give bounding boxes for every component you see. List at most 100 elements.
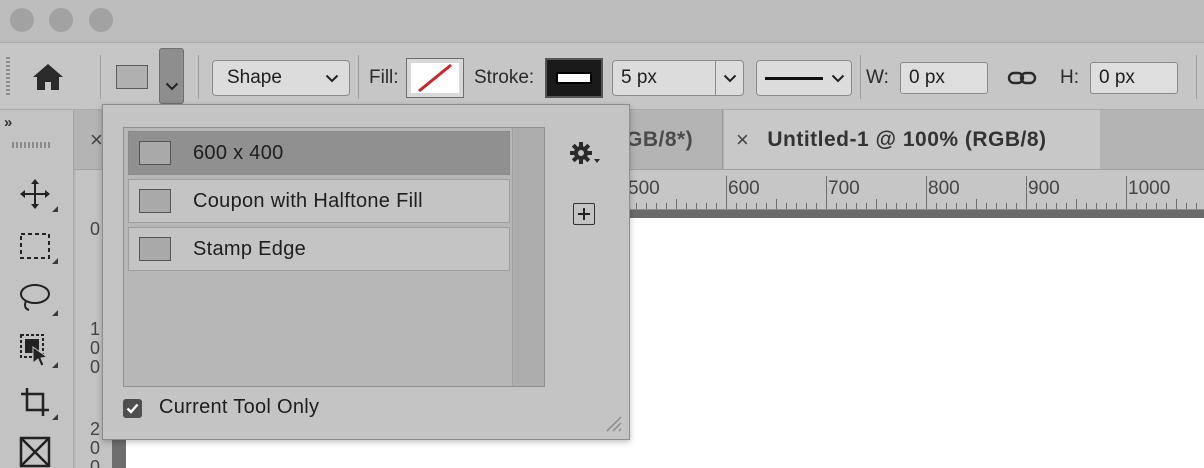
ruler-tick <box>1046 203 1047 209</box>
tool-preset-dropdown-button[interactable] <box>159 48 184 104</box>
preset-thumbnail <box>139 141 171 165</box>
preset-thumbnail <box>139 237 171 261</box>
close-window-button[interactable] <box>10 8 34 32</box>
chevron-down-icon <box>325 74 339 82</box>
vertical-ruler-label: 0 <box>89 357 100 377</box>
preset-item[interactable]: 600 x 400 <box>128 131 510 175</box>
ruler-tick <box>936 203 937 209</box>
close-tab-icon[interactable]: × <box>736 127 749 153</box>
collapse-panel-icon[interactable]: » <box>4 114 12 131</box>
home-button[interactable] <box>28 61 68 93</box>
horizontal-ruler-label: 600 <box>728 178 760 199</box>
tool-preset-picker: 600 x 400 Coupon with Halftone Fill Stam… <box>102 104 630 440</box>
ruler-tick <box>636 203 637 209</box>
tab-untitled-1[interactable]: × Untitled-1 @ 100% (RGB/8) <box>724 110 1100 169</box>
ruler-major-tick <box>826 176 827 209</box>
ruler-tick <box>696 203 697 209</box>
ruler-tick <box>686 203 687 209</box>
ruler-tick <box>656 203 657 209</box>
ruler-tick <box>1006 203 1007 209</box>
crop-tool[interactable] <box>12 382 58 422</box>
height-field[interactable]: 0 px <box>1090 62 1178 94</box>
tab-divider <box>722 110 723 169</box>
current-tool-only-checkbox[interactable] <box>123 399 142 418</box>
separator <box>100 55 101 99</box>
horizontal-ruler-label: 1000 <box>1128 178 1171 199</box>
minimize-window-button[interactable] <box>49 8 73 32</box>
crop-icon <box>21 388 49 416</box>
stroke-swatch[interactable] <box>545 58 603 98</box>
ruler-tick <box>1056 203 1057 209</box>
width-value: 0 px <box>909 67 945 88</box>
options-bar: Shape Fill: Stroke: 5 px W: 0 px H: 0 px <box>0 42 1204 110</box>
move-tool[interactable] <box>12 174 58 214</box>
preset-item[interactable]: Stamp Edge <box>128 227 510 271</box>
chevron-down-icon <box>165 82 178 91</box>
rectangular-marquee-tool[interactable] <box>12 226 58 266</box>
ruler-tick <box>1116 203 1117 209</box>
vertical-ruler-label: 1 <box>89 319 100 339</box>
ruler-tick <box>866 203 867 209</box>
ruler-tick <box>1156 203 1157 209</box>
ruler-tick <box>956 203 957 209</box>
preset-list-scrollbar[interactable] <box>512 128 544 386</box>
stroke-width-dropdown[interactable] <box>715 61 743 95</box>
new-preset-button[interactable] <box>573 203 595 225</box>
ruler-tick <box>706 203 707 209</box>
ruler-tick <box>776 199 777 209</box>
resize-grip-icon[interactable] <box>603 413 623 433</box>
ruler-tick <box>786 203 787 209</box>
ruler-tick <box>646 203 647 209</box>
ruler-tick <box>1016 203 1017 209</box>
shape-mode-value: Shape <box>227 67 282 88</box>
tab-label: Untitled-1 @ 100% (RGB/8) <box>767 127 1047 151</box>
ruler-tick <box>976 199 977 209</box>
horizontal-ruler-label: 800 <box>928 178 960 199</box>
ruler-tick <box>916 203 917 209</box>
move-icon <box>20 179 50 209</box>
ruler-tick <box>1096 203 1097 209</box>
ruler-tick <box>856 203 857 209</box>
zoom-window-button[interactable] <box>89 8 113 32</box>
gear-icon[interactable] <box>567 139 603 167</box>
ruler-tick <box>1036 203 1037 209</box>
stroke-width-field[interactable]: 5 px <box>612 60 744 96</box>
checkmark-icon <box>126 403 139 414</box>
stroke-width-value: 5 px <box>621 67 657 88</box>
ruler-tick <box>906 203 907 209</box>
vertical-ruler-label: 0 <box>89 438 100 458</box>
ruler-tick <box>676 199 677 209</box>
ruler-major-tick <box>1126 176 1127 209</box>
ruler-tick <box>1176 199 1177 209</box>
tab-label: GB/8*) <box>626 127 694 151</box>
preset-label: Stamp Edge <box>193 237 307 260</box>
tools-panel: » <box>0 110 74 468</box>
horizontal-ruler-label: 500 <box>628 178 660 199</box>
ruler-tick <box>736 203 737 209</box>
height-label: H: <box>1060 67 1079 88</box>
preset-label: 600 x 400 <box>193 141 284 164</box>
ruler-tick <box>756 203 757 209</box>
separator <box>860 55 861 99</box>
frame-icon <box>19 436 51 468</box>
ruler-tick <box>1086 203 1087 209</box>
tools-panel-grip[interactable] <box>12 142 50 148</box>
stroke-type-select[interactable] <box>756 60 852 96</box>
stroke-label: Stroke: <box>474 67 535 88</box>
preset-item[interactable]: Coupon with Halftone Fill <box>128 179 510 223</box>
ruler-major-tick <box>926 176 927 209</box>
object-selection-tool[interactable] <box>12 330 58 370</box>
ruler-tick <box>1166 203 1167 209</box>
tool-preset-thumbnail[interactable] <box>114 63 150 91</box>
frame-tool[interactable] <box>12 432 58 468</box>
no-fill-icon <box>411 63 459 93</box>
width-field[interactable]: 0 px <box>900 62 988 94</box>
lasso-icon <box>20 284 50 311</box>
vertical-ruler-label: 0 <box>89 457 100 468</box>
options-bar-grip[interactable] <box>6 57 10 97</box>
ruler-tick <box>1186 203 1187 209</box>
lasso-tool[interactable] <box>12 278 58 318</box>
shape-mode-select[interactable]: Shape <box>212 60 350 96</box>
fill-swatch[interactable] <box>406 58 464 98</box>
link-icon[interactable] <box>1007 69 1037 87</box>
